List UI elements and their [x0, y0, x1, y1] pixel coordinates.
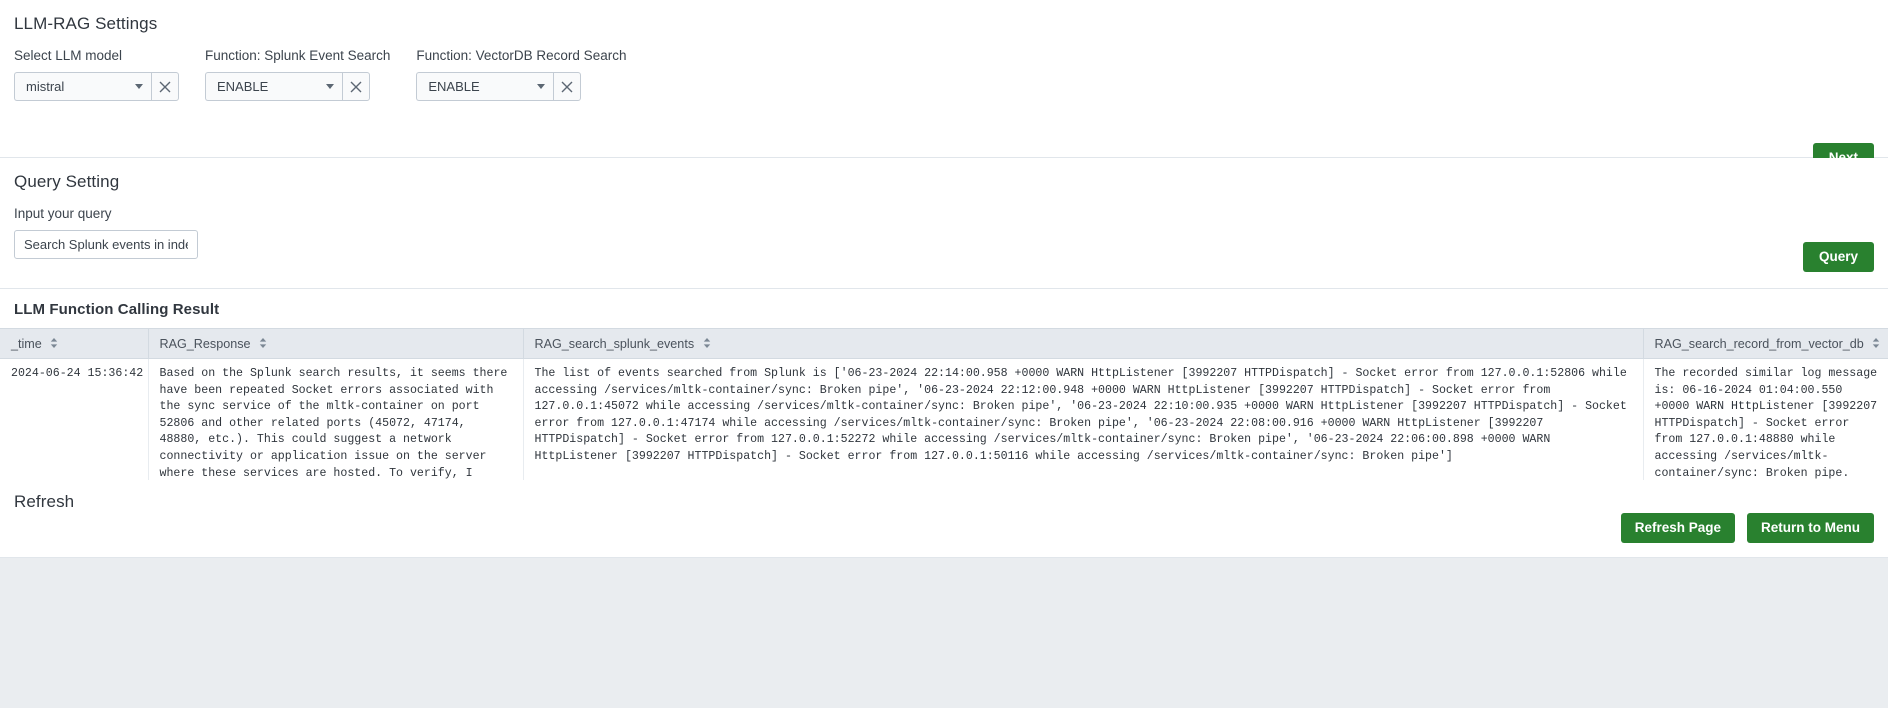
- query-input[interactable]: [14, 230, 198, 259]
- column-header-rag-search-splunk-events-label: RAG_search_splunk_events: [534, 337, 695, 351]
- sort-icon: [259, 337, 267, 352]
- vectordb-record-search-label: Function: VectorDB Record Search: [416, 48, 627, 63]
- results-header-row: _time RAG_Response RAG_search_splunk_eve…: [0, 328, 1888, 359]
- close-icon: [350, 81, 362, 92]
- settings-title: LLM-RAG Settings: [14, 14, 158, 33]
- refresh-page-button[interactable]: Refresh Page: [1620, 513, 1735, 543]
- splunk-event-search-dropdown[interactable]: ENABLE: [205, 72, 342, 101]
- column-header-rag-search-record-from-vector-db[interactable]: RAG_search_record_from_vector_db: [1643, 328, 1888, 359]
- sort-icon: [1872, 337, 1880, 352]
- column-header-rag-response[interactable]: RAG_Response: [148, 328, 524, 359]
- splunk-event-search-widget: ENABLE: [205, 72, 390, 101]
- close-icon: [159, 81, 171, 92]
- chevron-down-icon: [135, 84, 143, 89]
- splunk-event-search-value: ENABLE: [217, 79, 269, 94]
- results-table-head: _time RAG_Response RAG_search_splunk_eve…: [0, 328, 1888, 359]
- settings-controls-row: Select LLM model mistral Function: Splun…: [0, 34, 1888, 101]
- llm-model-clear-button[interactable]: [151, 72, 179, 101]
- splunk-event-search-clear-button[interactable]: [342, 72, 370, 101]
- app-page: LLM-RAG Settings Select LLM model mistra…: [0, 0, 1888, 708]
- llm-function-calling-result-panel: LLM Function Calling Result _time RAG_Re…: [0, 289, 1888, 542]
- vectordb-record-search-value: ENABLE: [428, 79, 480, 94]
- refresh-title: Refresh: [14, 492, 75, 511]
- llm-model-widget: mistral: [14, 72, 179, 101]
- refresh-panel: Refresh Refresh Page Return to Menu: [0, 480, 1888, 558]
- query-input-label: Input your query: [14, 206, 112, 221]
- column-header-time-label: _time: [11, 337, 42, 351]
- column-header-rag-response-label: RAG_Response: [159, 337, 251, 351]
- column-header-rag-search-record-from-vector-db-label: RAG_search_record_from_vector_db: [1654, 337, 1864, 351]
- return-to-menu-button[interactable]: Return to Menu: [1747, 513, 1874, 543]
- llm-model-label: Select LLM model: [14, 48, 123, 63]
- llm-model-value: mistral: [26, 79, 65, 94]
- page-bottom-strip: [0, 558, 1888, 566]
- control-group-vectordb-record-search: Function: VectorDB Record Search ENABLE: [416, 48, 626, 101]
- query-title: Query Setting: [14, 172, 120, 191]
- sort-icon: [50, 337, 58, 352]
- close-icon: [561, 81, 573, 92]
- control-group-splunk-event-search: Function: Splunk Event Search ENABLE: [205, 48, 390, 101]
- query-setting-panel: Query Setting Input your query Query: [0, 158, 1888, 289]
- column-header-time[interactable]: _time: [0, 328, 149, 359]
- llm-model-dropdown[interactable]: mistral: [14, 72, 151, 101]
- splunk-event-search-label: Function: Splunk Event Search: [205, 48, 391, 63]
- sort-icon: [703, 337, 711, 352]
- llm-rag-settings-panel: LLM-RAG Settings Select LLM model mistra…: [0, 0, 1888, 173]
- vectordb-record-search-dropdown[interactable]: ENABLE: [416, 72, 554, 101]
- control-group-llm-model: Select LLM model mistral: [14, 48, 179, 101]
- bottom-button-group: Refresh Page Return to Menu: [1620, 513, 1874, 543]
- vectordb-record-search-widget: ENABLE: [416, 72, 626, 101]
- vectordb-record-search-clear-button[interactable]: [553, 72, 582, 101]
- query-button[interactable]: Query: [1802, 242, 1874, 272]
- chevron-down-icon: [326, 84, 334, 89]
- column-header-rag-search-splunk-events[interactable]: RAG_search_splunk_events: [523, 328, 1644, 359]
- chevron-down-icon: [537, 84, 546, 89]
- results-title: LLM Function Calling Result: [14, 301, 220, 318]
